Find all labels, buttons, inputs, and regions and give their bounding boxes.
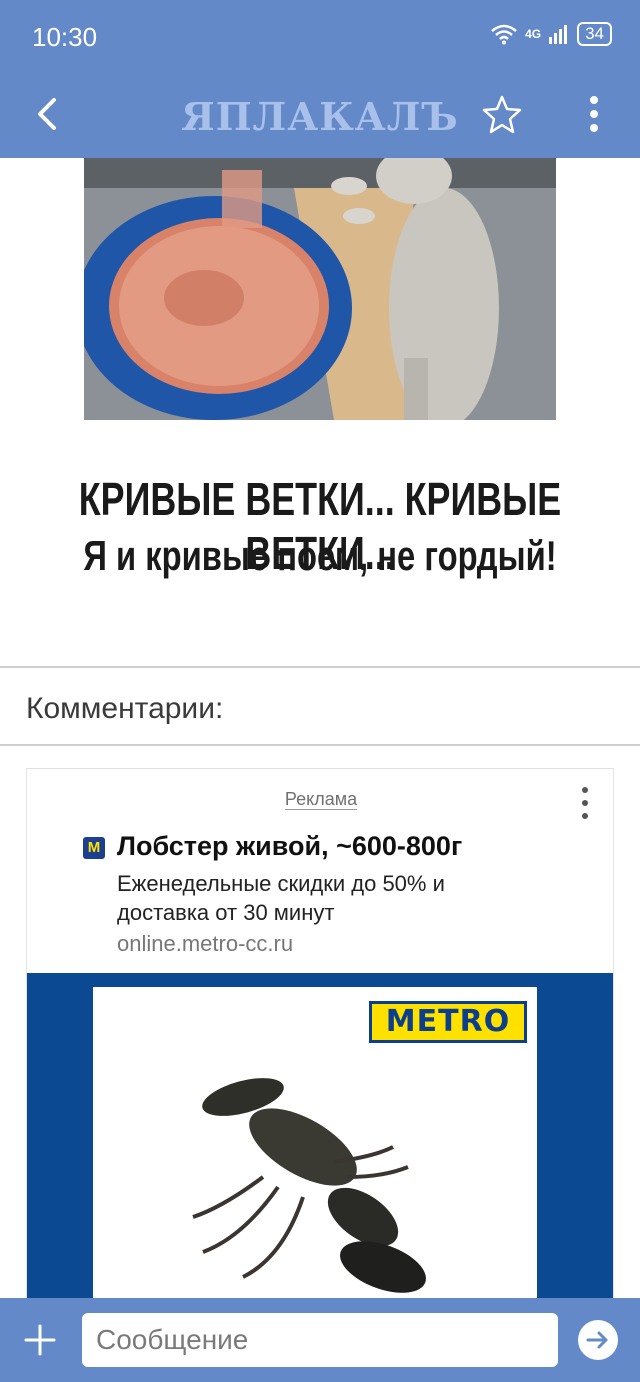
- metro-favicon-icon: M: [83, 837, 105, 859]
- app-bar: ЯПЛАКАЛЪ: [0, 72, 640, 158]
- favorite-star-button[interactable]: [482, 94, 522, 134]
- message-input[interactable]: [82, 1313, 558, 1367]
- status-icons: 4G 34: [491, 22, 612, 46]
- lobster-image: [192, 1078, 426, 1293]
- divider: [0, 744, 640, 746]
- ad-label: Реклама: [284, 789, 358, 810]
- divider: [0, 666, 640, 668]
- ad-card[interactable]: Реклама M Лобстер живой, ~600-800г Ежене…: [26, 768, 614, 1308]
- metro-logo: METRO: [369, 1001, 527, 1043]
- message-composer: [0, 1298, 640, 1382]
- post-caption-line2: Я и кривые поем, не гордый!: [83, 532, 557, 579]
- ad-menu-button[interactable]: [576, 785, 594, 821]
- comments-heading: Комментарии:: [26, 692, 224, 725]
- site-logo[interactable]: ЯПЛАКАЛЪ: [0, 94, 640, 139]
- signal-icon: [549, 25, 568, 44]
- status-time: 10:30: [32, 22, 98, 52]
- ad-description: Еженедельные скидки до 50% и доставка от…: [117, 871, 445, 925]
- ad-banner[interactable]: METRO: [27, 973, 613, 1307]
- ad-url[interactable]: online.metro-cc.ru: [117, 931, 293, 957]
- more-options-button[interactable]: [582, 92, 606, 136]
- post-photo: [84, 158, 556, 420]
- network-type: 4G: [525, 27, 542, 41]
- battery-indicator: 34: [577, 22, 612, 46]
- wifi-icon: [491, 24, 517, 45]
- ad-title[interactable]: Лобстер живой, ~600-800г: [117, 831, 462, 862]
- status-bar: 10:30 4G 34: [0, 0, 640, 72]
- photo-illustration: [84, 158, 556, 420]
- add-attachment-button[interactable]: [22, 1322, 58, 1358]
- ad-banner-image: METRO: [93, 987, 537, 1307]
- send-button[interactable]: [578, 1320, 618, 1360]
